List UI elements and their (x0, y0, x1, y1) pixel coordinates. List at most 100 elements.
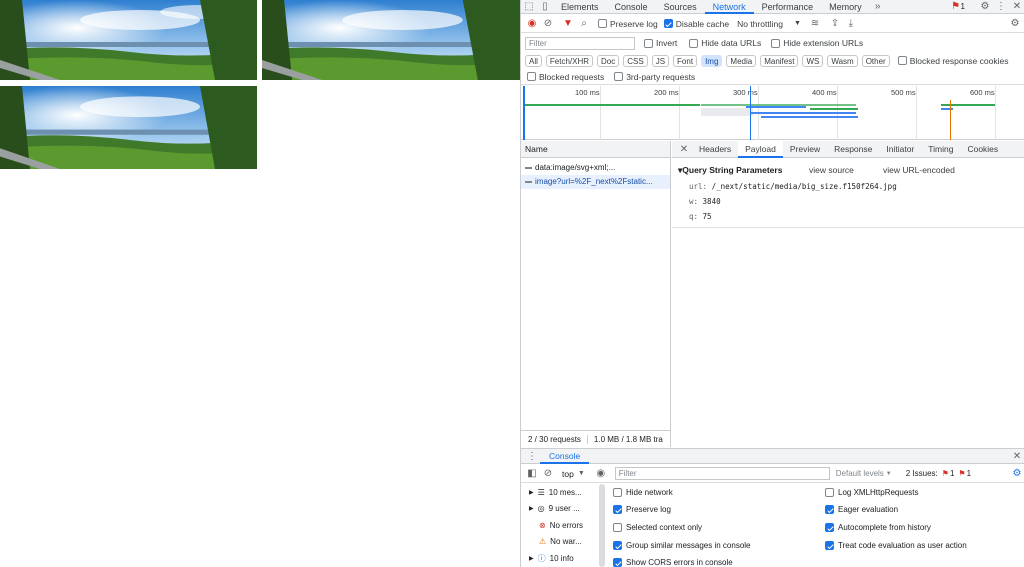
query-string-section-header[interactable]: ▾Query String Parameters (678, 165, 782, 176)
request-row[interactable]: data:image/svg+xml;... (521, 161, 670, 175)
disable-cache-box[interactable] (663, 19, 673, 28)
selected-context-box[interactable] (613, 523, 622, 532)
sidebar-item-errors[interactable]: ⊗ No errors (521, 517, 607, 534)
chip-fetch-xhr[interactable]: Fetch/XHR (545, 54, 594, 67)
disable-cache-checkbox[interactable]: Disable cache (663, 19, 729, 29)
autocomplete-box[interactable] (825, 523, 834, 532)
blocked-response-cookies-checkbox[interactable]: Blocked response cookies (897, 56, 1008, 66)
eager-evaluation-box[interactable] (825, 505, 834, 514)
inspect-element-icon[interactable]: ⬚ (521, 0, 537, 14)
issues-info-count[interactable]: 1 (967, 469, 971, 478)
chip-wasm[interactable]: Wasm (827, 54, 858, 67)
chip-js[interactable]: JS (651, 54, 670, 67)
hide-extension-urls-checkbox[interactable]: Hide extension URLs (771, 38, 863, 48)
tab-preview[interactable]: Preview (783, 141, 827, 158)
console-filter-input[interactable]: Filter (614, 467, 830, 480)
preserve-log-checkbox[interactable]: Preserve log (598, 19, 658, 29)
tab-console[interactable]: Console (607, 0, 656, 14)
tab-cookies[interactable]: Cookies (960, 141, 1005, 158)
close-drawer-icon[interactable]: ✕ (1009, 449, 1024, 463)
chip-manifest[interactable]: Manifest (760, 54, 799, 67)
eager-evaluation-setting[interactable]: Eager evaluation (825, 505, 898, 514)
sidebar-item-warnings[interactable]: ⚠ No war... (521, 534, 607, 551)
network-filter-input[interactable]: Filter (525, 36, 635, 50)
device-toolbar-icon[interactable]: ▯ (537, 0, 553, 14)
chip-all[interactable]: All (525, 54, 542, 67)
sidebar-item-info[interactable]: ▶ ⓘ 10 info (521, 550, 607, 567)
selected-context-only-setting[interactable]: Selected context only (613, 523, 702, 532)
preserve-log-box[interactable] (598, 19, 607, 28)
tab-console-drawer[interactable]: Console (540, 449, 590, 464)
sidebar-toggle-icon[interactable]: ◧ (524, 467, 540, 481)
preserve-log-setting[interactable]: Preserve log (613, 505, 671, 514)
clear-icon[interactable]: ⊘ (540, 17, 556, 31)
show-cors-box[interactable] (613, 558, 622, 567)
throttling-select[interactable]: No throttling ▼ (737, 19, 801, 29)
autocomplete-history-setting[interactable]: Autocomplete from history (825, 523, 931, 532)
more-options-icon[interactable]: ⋮ (993, 0, 1009, 14)
sidebar-item-messages[interactable]: ▶ ☰ 10 mes... (521, 484, 607, 501)
network-conditions-icon[interactable]: ≋ (807, 17, 823, 31)
tab-headers[interactable]: Headers (692, 141, 738, 158)
blocked-response-cookies-box[interactable] (897, 56, 907, 65)
sidebar-item-user-messages[interactable]: ▶ ◎ 9 user ... (521, 501, 607, 518)
tab-payload[interactable]: Payload (738, 140, 783, 158)
console-settings-gear-icon[interactable]: ⚙ (1009, 467, 1024, 481)
record-stop-icon[interactable]: ◉ (524, 17, 540, 31)
blocked-requests-checkbox[interactable]: Blocked requests (527, 72, 604, 82)
search-icon[interactable]: ⌕ (576, 17, 592, 31)
request-row-selected[interactable]: image?url=%2F_next%2Fstatic... (521, 175, 670, 189)
tab-memory[interactable]: Memory (821, 0, 870, 14)
clear-console-icon[interactable]: ⊘ (540, 467, 556, 481)
import-har-icon[interactable]: ⇪ (827, 17, 843, 31)
drawer-menu-icon[interactable]: ⋮ (524, 449, 540, 463)
view-url-encoded-link[interactable]: view URL-encoded (883, 165, 955, 175)
live-expression-eye-icon[interactable]: ◉ (593, 467, 609, 481)
network-settings-icon[interactable]: ⚙ (1007, 17, 1023, 31)
tab-elements[interactable]: Elements (553, 0, 607, 14)
chip-media[interactable]: Media (726, 54, 757, 67)
invert-checkbox[interactable]: Invert (644, 38, 677, 48)
issues-badge-count[interactable]: 1 (961, 2, 965, 11)
hide-extension-urls-box[interactable] (771, 38, 781, 48)
log-xhr-box[interactable] (825, 488, 834, 497)
chip-css[interactable]: CSS (623, 54, 648, 67)
chip-img[interactable]: Img (701, 54, 723, 67)
hide-network-box[interactable] (613, 488, 622, 497)
log-xhr-setting[interactable]: Log XMLHttpRequests (825, 488, 919, 497)
blocked-requests-box[interactable] (527, 72, 536, 81)
tab-performance[interactable]: Performance (754, 0, 822, 14)
issues-flag-icon[interactable]: ⚑ (951, 0, 961, 14)
close-devtools-icon[interactable]: ✕ (1009, 0, 1024, 14)
tab-sources[interactable]: Sources (656, 0, 705, 14)
name-column-header[interactable]: Name (521, 141, 670, 158)
export-har-icon[interactable]: ⤓ (843, 17, 859, 31)
issues-error-count[interactable]: 1 (950, 469, 954, 478)
more-tabs-icon[interactable]: » (870, 0, 886, 14)
tab-network[interactable]: Network (704, 0, 754, 14)
hide-network-setting[interactable]: Hide network (613, 488, 673, 497)
tab-response[interactable]: Response (827, 141, 879, 158)
network-timeline-overview[interactable]: 100 ms 200 ms 300 ms 400 ms 500 ms 600 m… (521, 86, 1024, 140)
tab-initiator[interactable]: Initiator (879, 141, 921, 158)
invert-box[interactable] (644, 38, 653, 48)
context-selector[interactable]: top (562, 469, 574, 479)
preserve-log-setting-box[interactable] (613, 505, 622, 514)
sidebar-scrollbar[interactable] (599, 484, 605, 567)
chip-other[interactable]: Other (861, 54, 890, 67)
third-party-requests-box[interactable] (614, 72, 624, 81)
tab-timing[interactable]: Timing (921, 141, 960, 158)
log-levels-select[interactable]: Default levels (836, 469, 884, 478)
treat-eval-user-action-setting[interactable]: Treat code evaluation as user action (825, 541, 967, 550)
group-similar-setting[interactable]: Group similar messages in console (613, 541, 751, 550)
treat-eval-box[interactable] (825, 541, 834, 550)
chip-ws[interactable]: WS (802, 54, 824, 67)
hide-data-urls-checkbox[interactable]: Hide data URLs (689, 38, 761, 48)
chip-doc[interactable]: Doc (597, 54, 620, 67)
issues-summary-label[interactable]: 2 Issues: (906, 469, 938, 478)
filter-funnel-icon[interactable]: ▼ (560, 17, 576, 31)
hide-data-urls-box[interactable] (689, 38, 699, 48)
view-source-link[interactable]: view source (809, 165, 854, 175)
group-similar-box[interactable] (613, 541, 622, 550)
chip-font[interactable]: Font (673, 54, 698, 67)
